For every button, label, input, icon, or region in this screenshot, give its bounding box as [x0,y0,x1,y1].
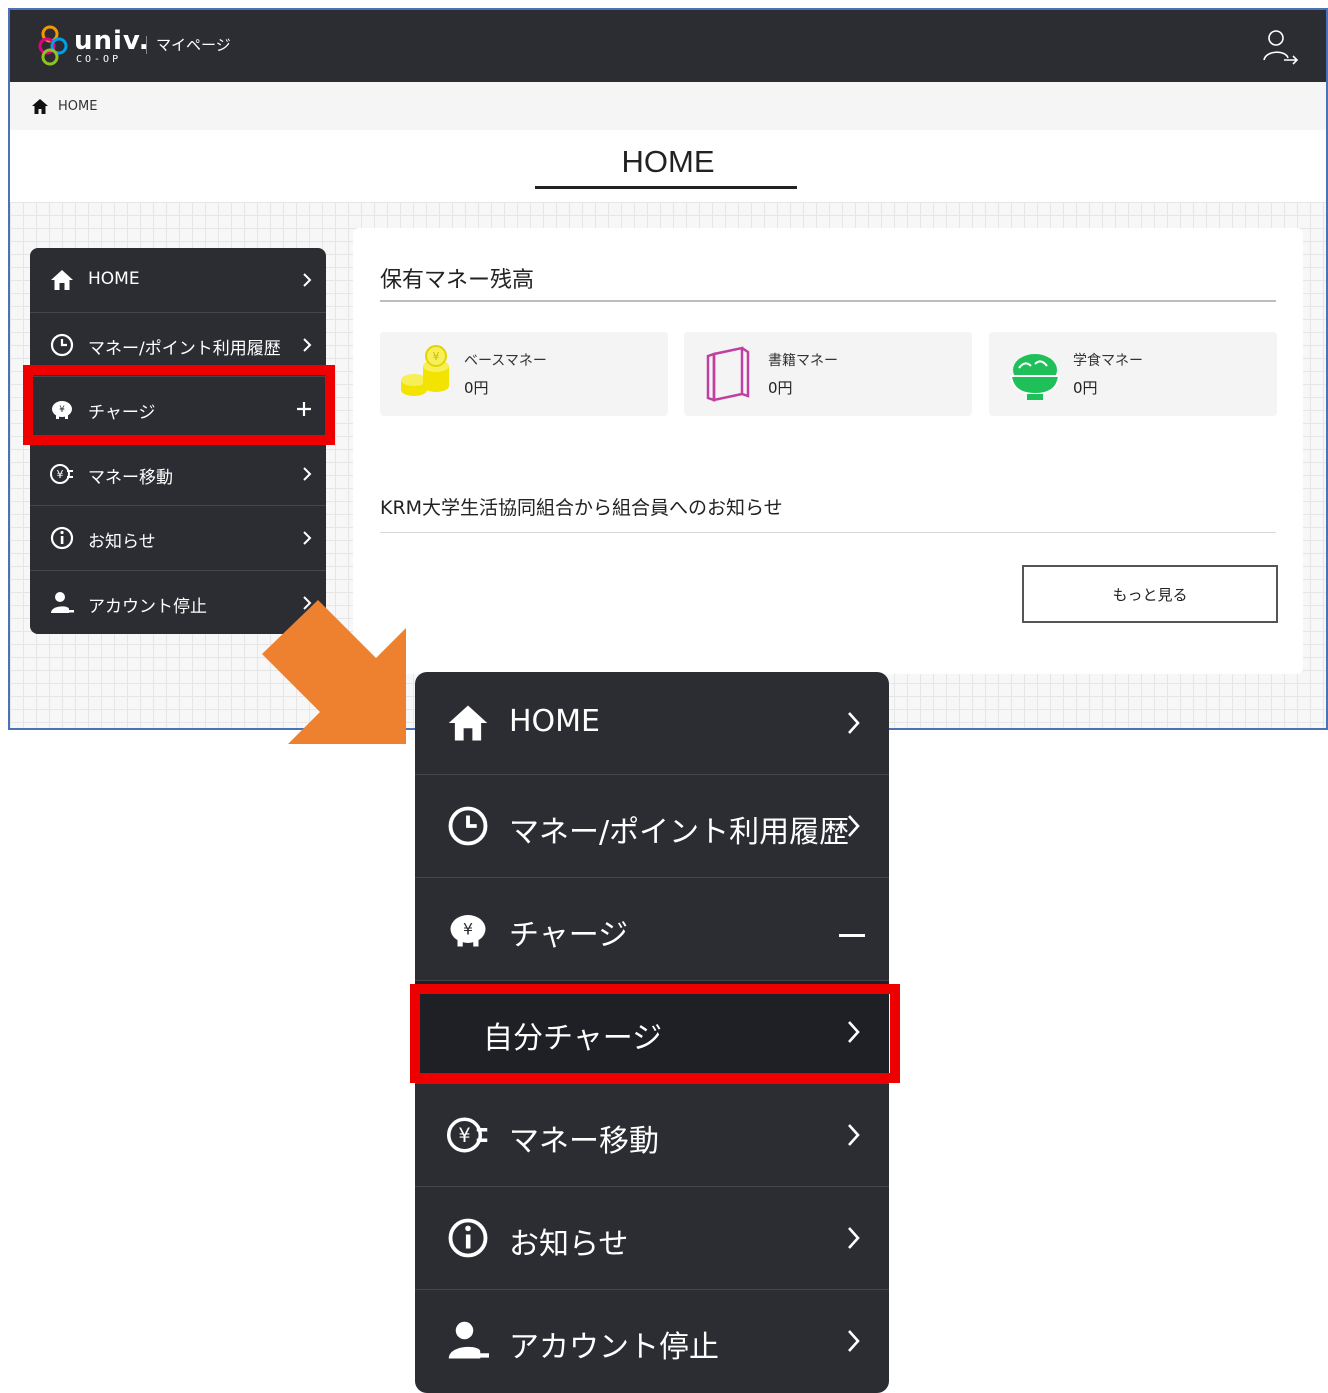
chevron-right-icon [848,815,860,837]
top-bar: univ. CO-OP マイページ [10,10,1326,82]
menu-item-notices[interactable]: お知らせ [415,1187,889,1290]
chevron-right-icon [848,1124,860,1146]
home-icon[interactable] [32,99,48,114]
notice-heading: KRM大学生活協同組合から組合員へのお知らせ [380,497,783,519]
menu-item-label: チャージ [509,918,629,953]
page-title: HOME [621,144,715,179]
chevron-right-icon [303,273,312,287]
menu-item-home[interactable]: HOME [415,672,889,775]
coop-logo-icon[interactable] [38,24,78,68]
menu-item-label: マネー移動 [509,1124,659,1159]
balance-heading: 保有マネー残高 [380,268,535,293]
money-amount: 0円 [464,379,489,397]
svg-text:¥: ¥ [458,1124,470,1147]
user-desk-icon [448,1321,489,1359]
book-icon [706,346,750,402]
money-amount: 0円 [768,379,793,397]
screenshot-frame: univ. CO-OP マイページ HOME HOME HOME マネー/ポイン… [8,8,1328,730]
menu-item-label: アカウント停止 [509,1330,719,1365]
breadcrumb-home-link[interactable]: HOME [58,99,97,114]
divider [380,532,1276,533]
money-card-cafeteria[interactable]: 学食マネー 0円 [989,332,1277,416]
yen-transfer-icon: ¥ [50,463,73,484]
sidebar-item-home[interactable]: HOME [30,248,326,313]
breadcrumb: HOME [10,82,1326,130]
piggy-bank-icon: ¥ [450,915,486,947]
chevron-right-icon [848,1227,860,1249]
menu-item-account-suspend[interactable]: アカウント停止 [415,1290,889,1393]
money-name: ベースマネー [464,353,547,369]
minus-icon [839,934,865,937]
sidebar-item-label: アカウント停止 [88,596,207,617]
orange-arrow-icon [262,600,406,744]
section-label: マイページ [156,36,231,54]
menu-item-history[interactable]: マネー/ポイント利用履歴 [415,775,889,878]
sidebar-item-money-transfer[interactable]: ¥ マネー移動 [30,442,326,506]
money-card-book[interactable]: 書籍マネー 0円 [684,332,972,416]
highlight-box-charge [23,365,335,445]
svg-text:¥: ¥ [463,919,473,938]
sidebar-item-label: マネー/ポイント利用履歴 [88,338,281,359]
sidebar-item-label: お知らせ [88,532,156,552]
chevron-right-icon [848,1330,860,1352]
chevron-right-icon [303,337,312,352]
divider [380,300,1276,302]
home-icon [51,270,73,290]
menu-item-label: HOME [509,704,601,739]
page-header: HOME [10,130,1326,202]
home-icon [448,705,488,741]
money-card-base[interactable]: ¥ ベースマネー 0円 [380,332,668,416]
user-desk-icon [51,591,74,613]
sidebar-item-label: HOME [88,269,140,289]
menu-item-money-transfer[interactable]: ¥ マネー移動 [415,1084,889,1187]
svg-text:¥: ¥ [433,350,440,363]
coins-icon: ¥ [401,345,449,396]
logo-wordmark: univ. [74,26,150,56]
menu-item-label: マネー/ポイント利用履歴 [509,815,850,850]
menu-item-label: お知らせ [509,1227,629,1262]
clock-icon [448,806,488,846]
chevron-right-icon [303,466,312,481]
logout-icon[interactable] [1260,26,1300,66]
yen-transfer-icon: ¥ [447,1117,488,1153]
chevron-right-icon [303,531,312,545]
logo-divider [146,36,147,54]
main-card: 保有マネー残高 ¥ ベースマネー 0円 書籍マネー 0円 学食マネー 0円 KR… [353,228,1303,674]
info-icon [448,1218,488,1258]
menu-item-charge[interactable]: ¥ チャージ [415,878,889,981]
money-name: 学食マネー [1073,353,1143,369]
highlight-box-self-charge [410,984,900,1083]
see-more-button[interactable]: もっと見る [1022,565,1278,623]
money-name: 書籍マネー [768,353,838,369]
sidebar-item-notices[interactable]: お知らせ [30,506,326,571]
clock-icon [50,333,74,356]
money-amount: 0円 [1073,379,1098,397]
rice-bowl-icon [1009,354,1061,400]
chevron-right-icon [848,712,860,734]
info-icon [50,526,74,550]
sidebar-item-label: マネー移動 [88,467,173,488]
svg-text:¥: ¥ [57,468,64,481]
title-underline [535,186,797,189]
logo-subtext: CO-OP [76,54,122,65]
